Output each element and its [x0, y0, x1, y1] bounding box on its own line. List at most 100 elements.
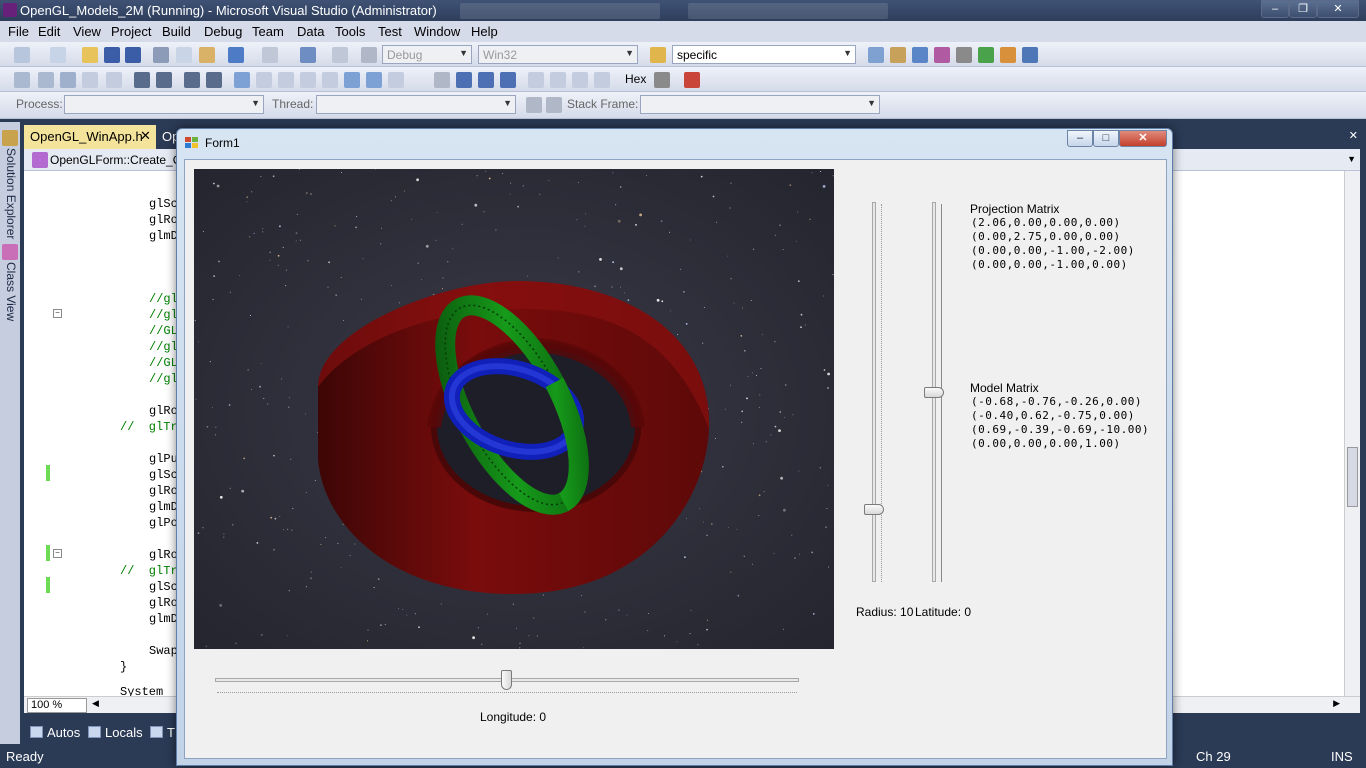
menu-view[interactable]: View: [73, 24, 101, 39]
menu-help[interactable]: Help: [471, 24, 498, 39]
command-window-icon[interactable]: [1022, 47, 1038, 63]
tab-autos[interactable]: Autos: [30, 725, 80, 740]
scroll-left-icon[interactable]: ◀: [92, 698, 99, 709]
properties-icon[interactable]: [912, 47, 928, 63]
solution-configuration-dropdown[interactable]: Debug ▼: [382, 45, 472, 64]
tab-locals[interactable]: Locals: [88, 725, 143, 740]
add-item-icon[interactable]: [50, 47, 66, 63]
minimize-button[interactable]: ‒: [1261, 0, 1289, 18]
tab-opengl-winapp-h[interactable]: OpenGL_WinApp.h ✕: [24, 125, 156, 149]
stack-frame-dropdown[interactable]: ▼: [640, 95, 880, 114]
show-next-statement-icon[interactable]: [528, 72, 544, 88]
breakpoints-window-icon[interactable]: [654, 72, 670, 88]
collapse-toggle[interactable]: −: [53, 549, 62, 558]
comment-lines-icon[interactable]: [184, 72, 200, 88]
zoom-dropdown[interactable]: 100 %: [27, 698, 87, 713]
break-all-icon[interactable]: [456, 72, 472, 88]
chevron-down-icon[interactable]: ▼: [1347, 154, 1356, 164]
redo-icon[interactable]: [262, 47, 278, 63]
stop-debugging-icon[interactable]: [478, 72, 494, 88]
display-object-members-icon[interactable]: [14, 72, 30, 88]
complete-word-icon[interactable]: [82, 72, 98, 88]
next-bookmark-folder-icon[interactable]: [322, 72, 338, 88]
increase-indent-icon[interactable]: [156, 72, 172, 88]
menu-project[interactable]: Project: [111, 24, 151, 39]
collapse-toggle[interactable]: −: [53, 309, 62, 318]
step-out-icon[interactable]: [594, 72, 610, 88]
editor-vertical-scrollbar[interactable]: [1344, 171, 1360, 696]
scroll-right-icon[interactable]: ▶: [1333, 698, 1340, 709]
menu-file[interactable]: File: [8, 24, 29, 39]
decrease-indent-icon[interactable]: [134, 72, 150, 88]
close-document-icon[interactable]: ✕: [1349, 129, 1358, 142]
menu-debug[interactable]: Debug: [204, 24, 242, 39]
toggle-flag-icon[interactable]: [526, 97, 542, 113]
object-browser-icon[interactable]: [934, 47, 950, 63]
tab-label: T: [167, 725, 175, 740]
navigate-backward-icon[interactable]: [300, 47, 316, 63]
close-tab-icon[interactable]: ✕: [140, 128, 151, 144]
debug-windows-icon[interactable]: [684, 72, 700, 88]
open-file-icon[interactable]: [82, 47, 98, 63]
radius-slider-track[interactable]: [872, 202, 876, 582]
save-all-icon[interactable]: [125, 47, 141, 63]
step-into-icon[interactable]: [550, 72, 566, 88]
toolbox-icon[interactable]: [956, 47, 972, 63]
thread-dropdown[interactable]: ▼: [316, 95, 516, 114]
tab-threads[interactable]: T: [150, 725, 175, 740]
parameter-info-icon[interactable]: [38, 72, 54, 88]
close-button[interactable]: ✕: [1317, 0, 1359, 18]
scrollbar-thumb[interactable]: [1347, 447, 1358, 507]
previous-bookmark-icon[interactable]: [256, 72, 272, 88]
previous-bookmark-folder-icon[interactable]: [300, 72, 316, 88]
next-bookmark-document-icon[interactable]: [366, 72, 382, 88]
form-minimize-button[interactable]: ‒: [1067, 130, 1093, 147]
menu-team[interactable]: Team: [252, 24, 284, 39]
start-page-icon[interactable]: [978, 47, 994, 63]
solution-platform-dropdown[interactable]: Win32 ▼: [478, 45, 638, 64]
maximize-button[interactable]: ❐: [1289, 0, 1317, 18]
star: [310, 577, 312, 580]
continue-icon[interactable]: [434, 72, 450, 88]
menu-edit[interactable]: Edit: [38, 24, 60, 39]
opengl-viewport[interactable]: [194, 169, 834, 649]
member-dropdown[interactable]: OpenGLForm::Create_O: [50, 153, 182, 167]
menu-test[interactable]: Test: [378, 24, 402, 39]
find-in-files-icon[interactable]: [650, 47, 666, 63]
new-project-icon[interactable]: [14, 47, 30, 63]
start-debugging-icon[interactable]: [361, 47, 377, 63]
step-over-icon[interactable]: [572, 72, 588, 88]
flag-threads-icon[interactable]: [546, 97, 562, 113]
solution-explorer-icon[interactable]: [890, 47, 906, 63]
form-maximize-button[interactable]: □: [1093, 130, 1119, 147]
menu-tools[interactable]: Tools: [335, 24, 365, 39]
restart-icon[interactable]: [500, 72, 516, 88]
save-icon[interactable]: [104, 47, 120, 63]
quick-info-icon[interactable]: [60, 72, 76, 88]
toggle-bookmark-icon[interactable]: [234, 72, 250, 88]
find-icon[interactable]: [868, 47, 884, 63]
latitude-slider-thumb[interactable]: [924, 387, 944, 398]
paste-icon[interactable]: [199, 47, 215, 63]
longitude-slider-thumb[interactable]: [501, 670, 512, 690]
navigate-forward-icon[interactable]: [332, 47, 348, 63]
solution-explorer-tab[interactable]: Solution Explorer: [2, 148, 18, 239]
extension-manager-icon[interactable]: [1000, 47, 1016, 63]
hex-toggle[interactable]: Hex: [625, 72, 646, 86]
menu-build[interactable]: Build: [162, 24, 191, 39]
process-dropdown[interactable]: ▼: [64, 95, 264, 114]
class-view-tab[interactable]: Class View: [2, 262, 18, 321]
cut-icon[interactable]: [153, 47, 169, 63]
undo-icon[interactable]: [228, 47, 244, 63]
bookmark-icon[interactable]: [106, 72, 122, 88]
menu-window[interactable]: Window: [414, 24, 460, 39]
copy-icon[interactable]: [176, 47, 192, 63]
next-bookmark-icon[interactable]: [278, 72, 294, 88]
previous-bookmark-document-icon[interactable]: [344, 72, 360, 88]
radius-slider-thumb[interactable]: [864, 504, 884, 515]
uncomment-lines-icon[interactable]: [206, 72, 222, 88]
clear-bookmarks-icon[interactable]: [388, 72, 404, 88]
form-close-button[interactable]: ✕: [1119, 130, 1167, 147]
menu-data[interactable]: Data: [297, 24, 324, 39]
find-combo[interactable]: specific ▼: [672, 45, 856, 64]
